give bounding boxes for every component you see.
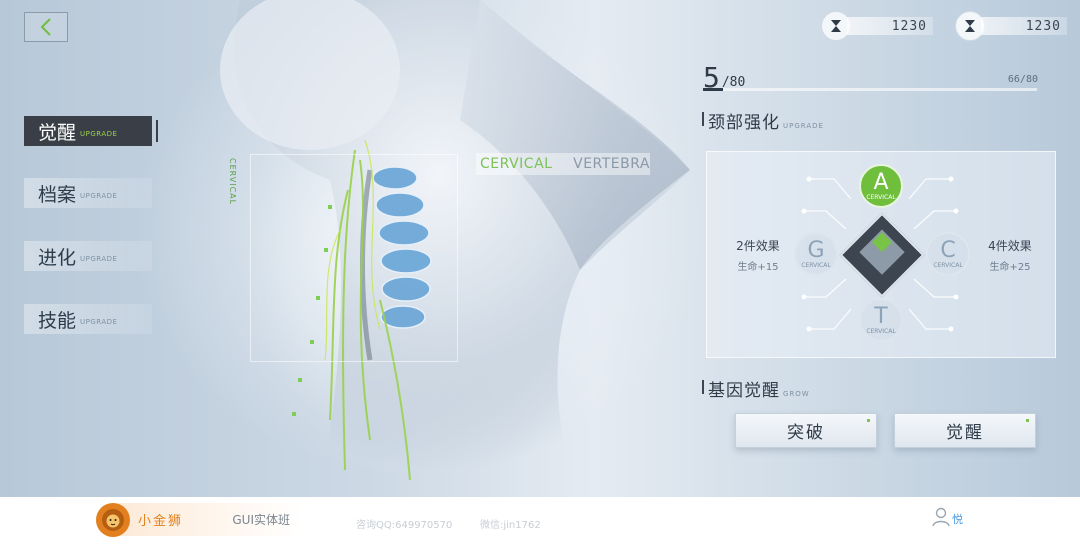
menu-item-skill[interactable]: 技能 UPGRADE bbox=[24, 304, 152, 334]
level-progress-bar bbox=[703, 88, 1037, 91]
effect-right-bonus: 生命+25 bbox=[989, 262, 1031, 273]
lion-logo-icon bbox=[96, 502, 130, 537]
gem-icon bbox=[872, 232, 892, 253]
section-neck-label: 颈部强化 bbox=[708, 113, 780, 133]
menu-item-archive[interactable]: 档案 UPGRADE bbox=[24, 178, 152, 208]
currency-2: 1230 bbox=[955, 11, 1067, 41]
effect-right: 4件效果 生命+25 bbox=[980, 237, 1040, 273]
menu-item-label: 技能 bbox=[38, 309, 77, 332]
effect-left-bonus: 生命+15 bbox=[737, 262, 779, 273]
scan-label-vertebra: VERTEBRA bbox=[573, 156, 650, 172]
slot-g-letter: G bbox=[807, 237, 825, 263]
awaken-button[interactable]: 觉醒 bbox=[894, 413, 1036, 448]
currency-1-value: 1230 bbox=[847, 17, 933, 35]
section-neck-title: 颈部强化 UPGRADE bbox=[702, 108, 824, 133]
section-gene-title: 基因觉醒 GROW bbox=[702, 376, 810, 401]
breakthrough-button-label: 突破 bbox=[787, 423, 825, 443]
effect-left-title: 2件效果 bbox=[736, 239, 780, 253]
chevron-left-icon bbox=[40, 18, 51, 36]
menu-item-sublabel: UPGRADE bbox=[80, 130, 118, 138]
menu-item-label: 进化 bbox=[38, 246, 77, 269]
effect-left: 2件效果 生命+15 bbox=[728, 237, 788, 273]
menu-item-evolve[interactable]: 进化 UPGRADE bbox=[24, 241, 152, 271]
slot-a[interactable]: A CERVICAL bbox=[859, 164, 903, 208]
slot-g-tag: CERVICAL bbox=[801, 261, 831, 269]
scan-label-cervical: CERVICAL bbox=[480, 156, 553, 172]
slot-c-letter: C bbox=[940, 237, 956, 263]
contact-wechat: 微信:jin1762 bbox=[480, 520, 541, 531]
slot-a-tag: CERVICAL bbox=[866, 193, 896, 201]
slot-a-letter: A bbox=[873, 169, 889, 195]
slot-g[interactable]: G CERVICAL bbox=[794, 232, 838, 276]
scan-frame bbox=[250, 154, 458, 362]
slot-c[interactable]: C CERVICAL bbox=[926, 232, 970, 276]
contact-qq: 咨询QQ:649970570 bbox=[356, 520, 453, 531]
user-icon bbox=[932, 507, 950, 527]
effect-right-title: 4件效果 bbox=[988, 239, 1032, 253]
user-name: 悦 bbox=[952, 513, 963, 526]
section-neck-sublabel: UPGRADE bbox=[783, 122, 824, 130]
currency-2-value: 1230 bbox=[981, 17, 1067, 35]
menu-item-awaken[interactable]: 觉醒 UPGRADE bbox=[24, 116, 158, 146]
course-name: GUI实体班 bbox=[232, 513, 290, 527]
slot-t-tag: CERVICAL bbox=[866, 327, 896, 335]
awaken-button-label: 觉醒 bbox=[946, 423, 984, 443]
footer-bar: 小金狮 GUI实体班 咨询QQ:649970570 微信:jin1762 悦 bbox=[0, 497, 1080, 545]
vertical-scan-label: CERVICAL bbox=[228, 158, 237, 206]
menu-item-sublabel: UPGRADE bbox=[80, 255, 118, 263]
brand-pill[interactable]: 小金狮 GUI实体班 bbox=[96, 502, 304, 537]
level-progress-fill bbox=[703, 88, 724, 91]
game-screen: CERVICAL CERVICAL VERTEBRA 觉醒 UPGRADE 档案… bbox=[0, 0, 1080, 497]
back-button[interactable] bbox=[24, 12, 68, 42]
breakthrough-button[interactable]: 突破 bbox=[735, 413, 877, 448]
menu-item-sublabel: UPGRADE bbox=[80, 192, 118, 200]
user-profile[interactable]: 悦 bbox=[932, 507, 963, 527]
level-progress-text: 66/80 bbox=[1007, 74, 1038, 85]
core-gem-inner bbox=[859, 229, 905, 275]
brand-name: 小金狮 bbox=[138, 514, 184, 529]
slot-t-letter: T bbox=[874, 303, 888, 329]
menu-item-label: 觉醒 bbox=[38, 121, 77, 144]
currency-1: 1230 bbox=[821, 11, 933, 41]
scan-label: CERVICAL VERTEBRA bbox=[476, 153, 650, 175]
slot-c-tag: CERVICAL bbox=[933, 261, 963, 269]
section-gene-label: 基因觉醒 bbox=[708, 381, 780, 401]
menu-item-sublabel: UPGRADE bbox=[80, 318, 118, 326]
section-gene-sublabel: GROW bbox=[783, 390, 810, 398]
slot-t[interactable]: T CERVICAL bbox=[859, 298, 903, 342]
menu-item-label: 档案 bbox=[38, 183, 77, 206]
